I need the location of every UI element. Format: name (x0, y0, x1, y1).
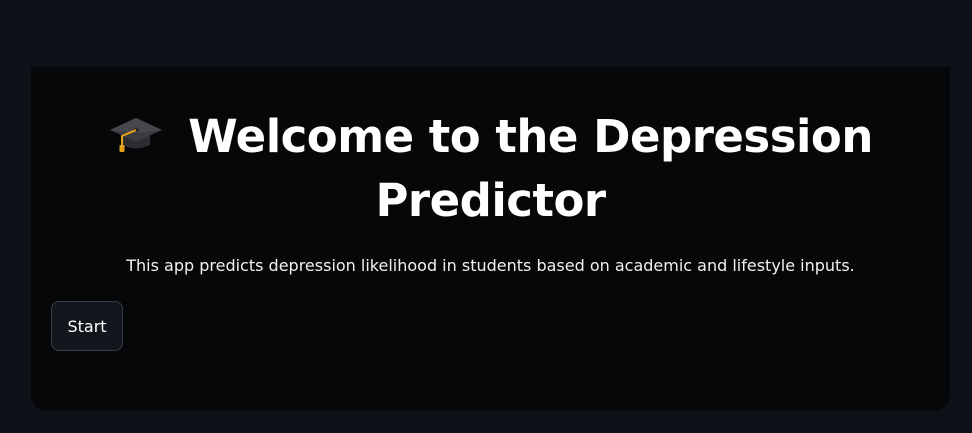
app-page: Welcome to the Depression Predictor This… (0, 0, 972, 433)
title-text-line1: Welcome to the Depression (188, 110, 873, 163)
main-container: Welcome to the Depression Predictor This… (31, 67, 950, 411)
graduation-cap-icon (108, 109, 164, 153)
title-heading: Welcome to the Depression Predictor (31, 105, 950, 233)
title-line-2: Predictor (375, 174, 606, 227)
title-line-1: Welcome to the Depression (31, 105, 950, 169)
start-button[interactable]: Start (51, 301, 123, 351)
app-description: This app predicts depression likelihood … (126, 256, 855, 275)
page-title: Welcome to the Depression Predictor (31, 105, 950, 233)
